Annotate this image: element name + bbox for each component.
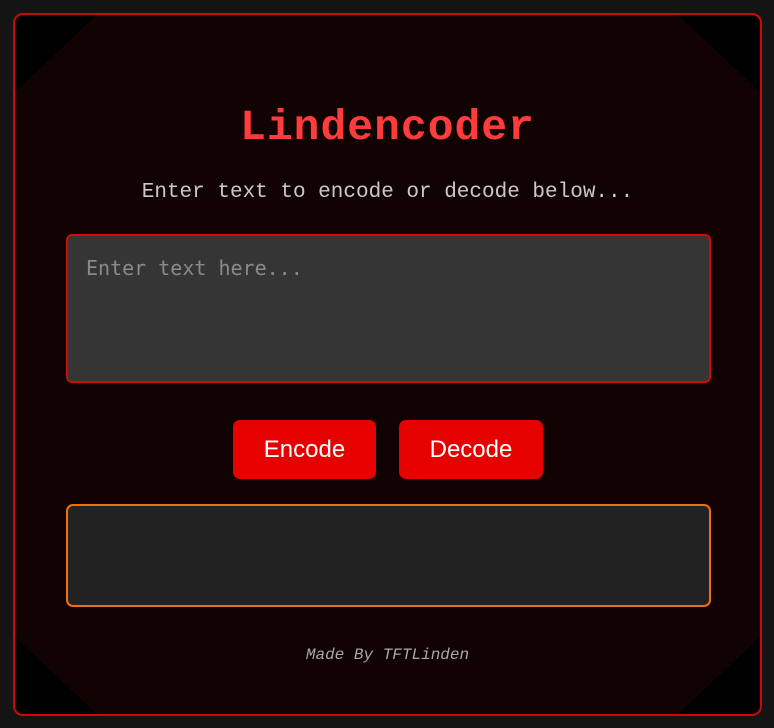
footer-credit: Made By TFTLinden — [305, 646, 470, 664]
app-frame: Lindencoder Enter text to encode or deco… — [13, 13, 762, 716]
page-title: Lindencoder — [240, 103, 535, 152]
output-box — [66, 504, 711, 607]
instruction-text: Enter text to encode or decode below... — [141, 181, 634, 204]
encode-button[interactable]: Encode — [233, 420, 376, 479]
text-input[interactable] — [66, 234, 711, 383]
decode-button[interactable]: Decode — [399, 420, 543, 479]
